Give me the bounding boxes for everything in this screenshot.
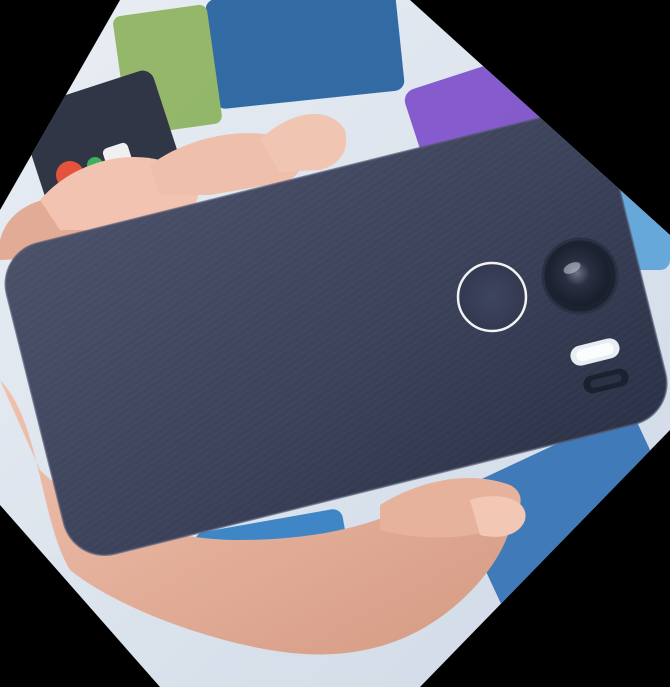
camera-lens-icon (541, 237, 619, 315)
phone-photo (0, 0, 670, 687)
photo-scene (0, 0, 670, 687)
fingerprint-sensor-icon (456, 261, 528, 333)
